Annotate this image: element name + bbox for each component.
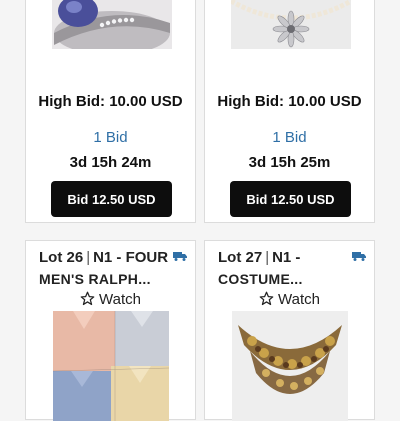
lot-number: Lot 27 [218, 249, 263, 266]
shirts-image[interactable] [53, 311, 169, 421]
auction-card-necklace[interactable]: High Bid: 10.00 USD 1 Bid 3d 15h 25m Bid… [204, 0, 375, 223]
star-icon [259, 291, 274, 306]
high-bid-label: High Bid: 10.00 USD [217, 93, 362, 110]
high-bid-label: High Bid: 10.00 USD [38, 93, 183, 110]
separator: | [86, 249, 91, 266]
costume-jewelry-image[interactable] [232, 311, 348, 421]
time-left: 3d 15h 24m [69, 154, 152, 171]
truck-icon [173, 252, 187, 261]
bid-button[interactable]: Bid 12.50 USD [51, 181, 172, 217]
time-left: 3d 15h 25m [248, 154, 331, 171]
lot-title-line2[interactable]: COSTUME... [218, 271, 303, 287]
ring-image[interactable] [52, 0, 172, 49]
bid-count-link[interactable]: 1 Bid [205, 129, 374, 146]
watch-button[interactable]: Watch [205, 291, 374, 308]
necklace-image[interactable] [231, 0, 351, 49]
watch-label: Watch [99, 291, 141, 308]
bid-count-link[interactable]: 1 Bid [26, 129, 195, 146]
lot-title-line1: N1 - FOUR [93, 249, 169, 266]
lot-title-line1: N1 - [272, 249, 301, 266]
lot-card-27[interactable]: Lot 27 | N1 - COSTUME... Watch [204, 240, 375, 421]
lot-number: Lot 26 [39, 249, 84, 266]
lot-header[interactable]: Lot 27 | N1 - [218, 249, 300, 266]
truck-icon [352, 252, 366, 261]
bid-button[interactable]: Bid 12.50 USD [230, 181, 351, 217]
lot-header[interactable]: Lot 26 | N1 - FOUR [39, 249, 168, 266]
separator: | [265, 249, 270, 266]
lot-card-26[interactable]: Lot 26 | N1 - FOUR MEN'S RALPH... Watch [25, 240, 196, 421]
lot-title-line2[interactable]: MEN'S RALPH... [39, 271, 151, 287]
star-icon [80, 291, 95, 306]
watch-button[interactable]: Watch [26, 291, 195, 308]
watch-label: Watch [278, 291, 320, 308]
auction-card-ring[interactable]: High Bid: 10.00 USD 1 Bid 3d 15h 24m Bid… [25, 0, 196, 223]
